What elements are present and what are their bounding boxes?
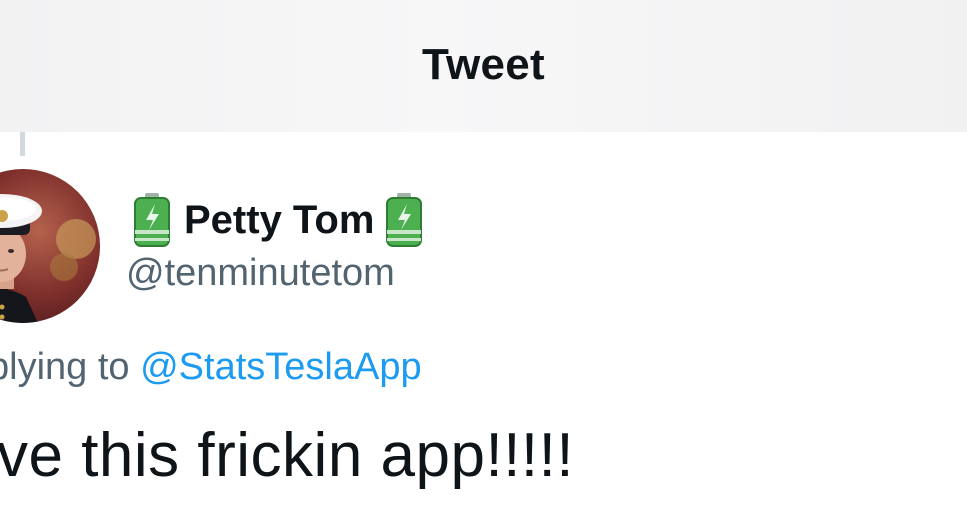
battery-icon: [130, 192, 174, 248]
avatar[interactable]: [0, 169, 100, 323]
replying-to-label: plying to: [0, 346, 141, 388]
thread-connector-line: [20, 132, 25, 156]
battery-icon: [382, 192, 426, 248]
author-handle[interactable]: @tenminutetom: [126, 252, 395, 295]
author-display-name: Petty Tom: [184, 197, 375, 242]
reply-mention-link[interactable]: @StatsTeslaApp: [140, 346, 422, 388]
replying-to-line: plying to @StatsTeslaApp: [0, 346, 422, 389]
top-bar: Tweet: [0, 0, 967, 132]
author-name-row[interactable]: Petty Tom: [130, 190, 426, 250]
page-title: Tweet: [422, 40, 545, 89]
tweet-body-text: ove this frickin app!!!!!: [0, 421, 575, 490]
tweet-page: Tweet Petty Tom @tenminutetom plying to …: [0, 0, 967, 532]
avatar-image: [0, 169, 100, 323]
